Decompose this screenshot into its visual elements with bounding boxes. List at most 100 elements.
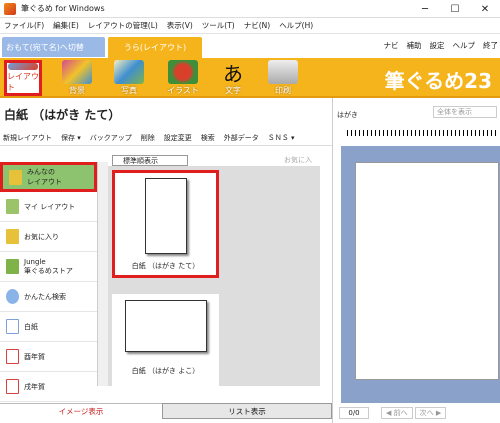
- menu-edit[interactable]: 編集(E): [53, 20, 79, 31]
- tool-text[interactable]: あ 文字: [214, 60, 252, 96]
- landscape-page-thumbnail: [124, 300, 207, 352]
- user-icon: [6, 199, 19, 214]
- save-button[interactable]: 保存 ▾: [61, 133, 81, 143]
- sidebar-item-label: 戌年賀: [24, 382, 45, 391]
- minimize-button[interactable]: ─: [410, 0, 440, 18]
- tool-photo-label: 写真: [121, 86, 137, 95]
- template-card-landscape[interactable]: 白紙 （はがき よこ）: [112, 294, 219, 386]
- sidebar-item-label: Jungle 筆ぐるめストア: [24, 257, 73, 275]
- title-bar: 筆ぐるめ for Windows ─ ☐ ✕: [0, 0, 500, 18]
- menu-bar: ファイル(F) 編集(E) レイアウトの管理(L) 表示(V) ツール(T) ナ…: [0, 18, 500, 34]
- document-title: 白紙 （はがき たて）: [4, 108, 121, 122]
- view-tabs: イメージ表示 リスト表示: [0, 403, 332, 419]
- settings-button[interactable]: 設定: [430, 40, 445, 51]
- template-card-label: 白紙 （はがき よこ）: [131, 367, 200, 375]
- sort-select[interactable]: 標準順表示: [112, 155, 188, 166]
- category-sidebar: みんなの レイアウト マイ レイアウト お気に入り Jungle 筆ぐるめストア…: [0, 162, 98, 402]
- star-icon: [6, 229, 19, 244]
- action-bar: 新規レイアウト 保存 ▾ バックアップ 削除 設定変更 検索 外部データ ＳＮＳ…: [0, 130, 332, 146]
- menu-layout[interactable]: レイアウトの管理(L): [88, 20, 158, 31]
- external-data-button[interactable]: 外部データ: [224, 133, 259, 143]
- background-icon: [62, 60, 92, 84]
- sidebar-item-label: かんたん検索: [24, 292, 66, 301]
- sidebar-item-favorites[interactable]: お気に入り: [0, 222, 97, 252]
- assist-button[interactable]: 補助: [407, 40, 422, 51]
- sidebar-item-everyone-layout[interactable]: みんなの レイアウト: [0, 162, 97, 192]
- sidebar-scrollbar[interactable]: [98, 162, 108, 386]
- tab-image-view[interactable]: イメージ表示: [0, 403, 162, 419]
- menu-navi[interactable]: ナビ(N): [244, 20, 270, 31]
- text-icon: あ: [223, 61, 243, 86]
- navi-button[interactable]: ナビ: [384, 40, 399, 51]
- template-card-label: 白紙 （はがき たて）: [131, 262, 200, 270]
- magnifier-icon: [6, 289, 19, 304]
- layout-icon: [8, 63, 38, 70]
- search-button[interactable]: 検索: [201, 133, 215, 143]
- sns-button[interactable]: ＳＮＳ ▾: [268, 133, 295, 143]
- card-icon: [6, 349, 19, 364]
- preview-panel: はがき 全体を表示 0/0 ◀ 前へ 次へ ▶: [332, 98, 500, 423]
- pager: 0/0 ◀ 前へ 次へ ▶: [333, 406, 500, 420]
- layout-panel: 白紙 （はがき たて） 新規レイアウト 保存 ▾ バックアップ 削除 設定変更 …: [0, 98, 332, 423]
- prev-button[interactable]: ◀ 前へ: [381, 407, 413, 419]
- template-card-portrait[interactable]: 白紙 （はがき たて）: [112, 170, 219, 278]
- sidebar-item-blank[interactable]: 白紙: [0, 312, 97, 342]
- sidebar-item-label: お気に入り: [24, 232, 59, 241]
- settings-change-button[interactable]: 設定変更: [164, 133, 192, 143]
- page-count: 0/0: [339, 407, 369, 419]
- exit-button[interactable]: 終了: [483, 40, 498, 51]
- sidebar-item-label: 白紙: [24, 322, 38, 331]
- card-icon: [6, 379, 19, 394]
- sidebar-item-my-layout[interactable]: マイ レイアウト: [0, 192, 97, 222]
- sidebar-item-easy-search[interactable]: かんたん検索: [0, 282, 97, 312]
- backup-button[interactable]: バックアップ: [90, 133, 132, 143]
- tool-photo[interactable]: 写真: [110, 60, 148, 96]
- folder-icon: [9, 169, 22, 185]
- tool-background-label: 背景: [69, 86, 85, 95]
- menu-file[interactable]: ファイル(F): [4, 20, 44, 31]
- sidebar-item-label: みんなの レイアウト: [27, 168, 62, 186]
- tool-text-label: 文字: [225, 86, 241, 95]
- horizontal-ruler: [347, 130, 497, 136]
- preview-label: はがき: [337, 111, 358, 119]
- close-button[interactable]: ✕: [470, 0, 500, 18]
- store-icon: [6, 259, 19, 274]
- sidebar-item-dog-newyear[interactable]: 戌年賀: [0, 372, 97, 402]
- preview-area: [341, 146, 500, 403]
- zoom-select[interactable]: 全体を表示: [433, 106, 497, 118]
- photo-icon: [114, 60, 144, 84]
- next-button[interactable]: 次へ ▶: [414, 407, 447, 419]
- delete-button[interactable]: 削除: [141, 133, 155, 143]
- postcard-sheet[interactable]: [355, 162, 499, 380]
- favorite-tag[interactable]: お気に入: [284, 155, 312, 165]
- tab-list-view[interactable]: リスト表示: [162, 403, 332, 419]
- tab-row: おもて(宛て名)へ切替 うら(レイアウト) ナビ 補助 設定 ヘルプ 終了: [0, 34, 500, 58]
- main-toolbar: レイアウト 背景 写真 イラスト あ 文字 印刷 筆ぐるめ23: [0, 58, 500, 98]
- tab-back[interactable]: うら(レイアウト): [108, 37, 202, 58]
- sidebar-item-label: 酉年賀: [24, 352, 45, 361]
- sidebar-item-rooster-newyear[interactable]: 酉年賀: [0, 342, 97, 372]
- sidebar-item-label: マイ レイアウト: [24, 202, 76, 211]
- tab-front[interactable]: おもて(宛て名)へ切替: [2, 37, 105, 57]
- tool-illust[interactable]: イラスト: [164, 60, 202, 96]
- blank-page-icon: [6, 319, 19, 334]
- menu-tools[interactable]: ツール(T): [202, 20, 235, 31]
- tool-layout-label: レイアウト: [7, 72, 39, 92]
- menu-view[interactable]: 表示(V): [167, 20, 193, 31]
- tool-print[interactable]: 印刷: [264, 60, 302, 96]
- tool-layout[interactable]: レイアウト: [4, 60, 42, 96]
- portrait-page-thumbnail: [144, 178, 187, 254]
- help-button[interactable]: ヘルプ: [453, 40, 476, 51]
- menu-help[interactable]: ヘルプ(H): [279, 20, 313, 31]
- tool-background[interactable]: 背景: [58, 60, 96, 96]
- tool-print-label: 印刷: [275, 86, 291, 95]
- window-title: 筆ぐるめ for Windows: [21, 4, 105, 13]
- printer-icon: [268, 60, 298, 84]
- app-logo: 筆ぐるめ23: [384, 69, 492, 93]
- app-icon: [4, 2, 16, 15]
- maximize-button[interactable]: ☐: [440, 0, 470, 18]
- tool-illust-label: イラスト: [167, 86, 199, 95]
- illustration-icon: [168, 60, 198, 84]
- new-layout-button[interactable]: 新規レイアウト: [3, 133, 52, 143]
- sidebar-item-jungle-store[interactable]: Jungle 筆ぐるめストア: [0, 252, 97, 282]
